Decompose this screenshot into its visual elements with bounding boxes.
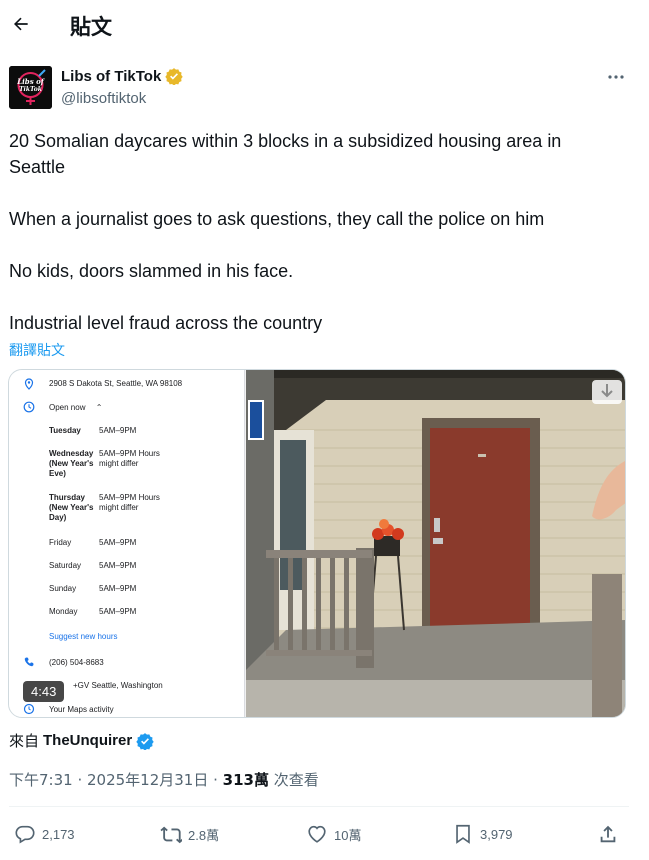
source-prefix: 來自 [9, 732, 40, 750]
heart-icon [308, 825, 326, 843]
author-handle[interactable]: @libsoftiktok [61, 90, 146, 107]
back-button[interactable] [8, 8, 34, 40]
hours-row: Monday 5AM–9PM [49, 607, 229, 619]
hours-row: Friday 5AM–9PM [49, 538, 229, 550]
video-player[interactable]: 2908 S Dakota St, Seattle, WA 98108 Open… [8, 369, 626, 718]
action-bar: 2,173 2.8萬 10萬 3,979 [0, 815, 649, 853]
like-button[interactable]: 10萬 [306, 815, 361, 853]
tweet-paragraph: When a journalist goes to ask questions,… [9, 209, 545, 229]
hours-row: Thursday (New Year's Day) 5AM–9PM Hours … [49, 493, 229, 525]
post-meta: 下午7:31 · 2025年12月31日 · 313萬 次查看 [9, 769, 319, 790]
hours-value: 5AM–9PM [99, 426, 137, 435]
video-duration-badge: 4:43 [23, 681, 65, 702]
hours-value: 5AM–9PM [99, 561, 137, 570]
hours-row: Wednesday (New Year's Eve) 5AM–9PM Hours… [49, 449, 229, 481]
tweet-paragraph: 20 Somalian daycares within 3 blocks in … [9, 131, 562, 177]
bookmark-icon [456, 824, 470, 844]
chevron-up-icon: ⌃ [95, 403, 103, 412]
blue-verified-badge-icon [136, 732, 154, 750]
location-pin-icon [24, 378, 34, 390]
hours-day: Monday [49, 607, 78, 616]
suggest-hours-link: Suggest new hours [49, 632, 118, 641]
hours-day: Saturday [49, 561, 82, 570]
reply-count: 2,173 [42, 826, 75, 842]
video-frame [246, 370, 625, 717]
more-horizontal-icon [608, 75, 624, 79]
like-count: 10萬 [334, 827, 362, 843]
hours-day: Tuesday [49, 426, 81, 435]
author-name[interactable]: Libs of TikTok [61, 68, 161, 85]
hours-value: 5AM–9PM [99, 584, 137, 593]
maps-activity: Your Maps activity [49, 705, 114, 714]
more-button[interactable] [604, 67, 628, 87]
svg-text:Libs of: Libs of [16, 77, 46, 86]
svg-text:TikTok: TikTok [19, 86, 42, 93]
source-account-link[interactable]: TheUnquirer [43, 732, 132, 749]
repost-icon [160, 826, 182, 844]
share-icon [600, 825, 616, 843]
hours-row: Sunday 5AM–9PM [49, 584, 229, 596]
author-name-row[interactable]: Libs of TikTok [61, 67, 183, 85]
tweet-paragraph: No kids, doors slammed in his face. [9, 261, 294, 281]
hours-value: 5AM–9PM Hours might differ [99, 493, 160, 512]
tweet-text: 20 Somalian daycares within 3 blocks in … [9, 128, 609, 336]
porch-scene-image [246, 370, 625, 717]
avatar[interactable]: Libs of TikTok [9, 66, 52, 109]
hours-day: Friday [49, 538, 72, 547]
divider [9, 806, 629, 807]
phone-number: (206) 504-8683 [49, 658, 104, 667]
avatar-logo: Libs of TikTok [9, 66, 52, 109]
share-button[interactable] [597, 815, 619, 853]
map-info-panel: 2908 S Dakota St, Seattle, WA 98108 Open… [9, 370, 245, 717]
gold-verified-badge-icon [165, 68, 183, 85]
hours-value: 5AM–9PM Hours might differ [99, 449, 160, 468]
bookmark-button[interactable]: 3,979 [452, 815, 513, 853]
view-count: 313萬 [222, 771, 269, 789]
hours-value: 5AM–9PM [99, 538, 137, 547]
hours-day: Wednesday (New Year's Eve) [49, 449, 94, 478]
hours-row: Saturday 5AM–9PM [49, 561, 229, 573]
map-open-status: Open now ⌃ [49, 403, 102, 413]
repost-button[interactable]: 2.8萬 [160, 815, 219, 853]
reply-button[interactable]: 2,173 [14, 815, 75, 853]
hours-row: Tuesday 5AM–9PM [49, 426, 229, 438]
arrow-left-icon [14, 17, 28, 31]
source-attribution: 來自 TheUnquirer [9, 730, 154, 751]
bookmark-count: 3,979 [480, 826, 513, 842]
repost-count: 2.8萬 [188, 827, 220, 843]
reply-icon [15, 825, 35, 844]
tweet-paragraph: Industrial level fraud across the countr… [9, 313, 323, 333]
history-icon [23, 703, 35, 715]
post-timestamp[interactable]: 下午7:31 · 2025年12月31日 · [9, 771, 223, 789]
plus-code: +GV Seattle, Washington [73, 681, 163, 690]
view-label: 次查看 [268, 771, 319, 789]
phone-icon [24, 657, 34, 667]
translate-post-link[interactable]: 翻譯貼文 [9, 340, 65, 360]
clock-icon [23, 401, 35, 413]
page-title: 貼文 [70, 15, 112, 39]
hours-day: Thursday (New Year's Day) [49, 493, 94, 522]
hours-day: Sunday [49, 584, 77, 593]
top-bar: 貼文 [0, 0, 649, 50]
hours-value: 5AM–9PM [99, 607, 137, 616]
open-status-text: Open now [49, 403, 86, 412]
map-address: 2908 S Dakota St, Seattle, WA 98108 [49, 379, 183, 388]
